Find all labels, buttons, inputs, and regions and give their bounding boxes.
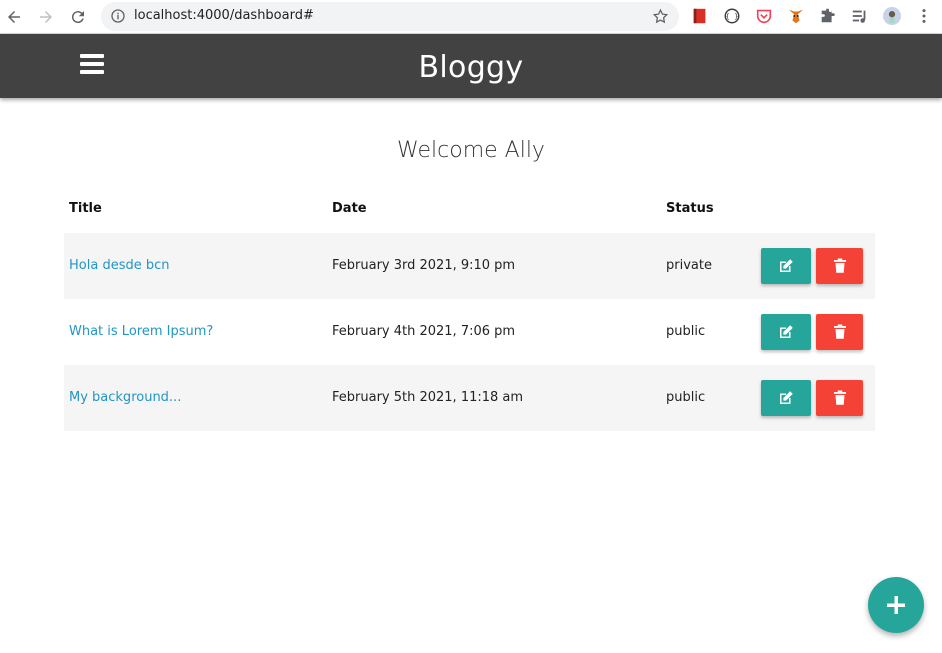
post-title-link[interactable]: Hola desde bcn bbox=[69, 258, 169, 273]
post-status: private bbox=[666, 258, 712, 273]
browser-toolbar: localhost:4000/dashboard# { } bbox=[0, 0, 942, 34]
edit-button[interactable] bbox=[761, 314, 811, 350]
edit-button[interactable] bbox=[761, 380, 811, 416]
delete-button[interactable] bbox=[816, 314, 863, 350]
trash-icon bbox=[833, 258, 846, 273]
edit-icon bbox=[780, 259, 793, 272]
post-date: February 5th 2021, 11:18 am bbox=[332, 390, 524, 405]
add-post-button[interactable] bbox=[868, 577, 924, 633]
post-status: public bbox=[666, 390, 706, 405]
extension-pocket-icon[interactable] bbox=[754, 6, 774, 26]
delete-button[interactable] bbox=[816, 248, 863, 284]
extension-fox-icon[interactable] bbox=[786, 6, 806, 26]
post-status: public bbox=[666, 324, 706, 339]
extension-book-icon[interactable] bbox=[690, 6, 710, 26]
edit-icon bbox=[780, 325, 793, 338]
table-row: Hola desde bcn February 3rd 2021, 9:10 p… bbox=[64, 233, 875, 299]
trash-icon bbox=[833, 324, 846, 339]
table-header: Title Date Status bbox=[64, 190, 875, 233]
profile-avatar[interactable] bbox=[882, 6, 902, 26]
forward-icon[interactable] bbox=[34, 5, 58, 29]
brand-logo[interactable]: Bloggy bbox=[0, 50, 942, 85]
edit-icon bbox=[780, 391, 793, 404]
trash-icon bbox=[833, 390, 846, 405]
bookmark-star-icon[interactable] bbox=[652, 8, 669, 25]
table-row: My background... February 5th 2021, 11:1… bbox=[64, 365, 875, 431]
svg-text:{ }: { } bbox=[726, 12, 739, 21]
extensions-icon[interactable] bbox=[818, 6, 838, 26]
extension-code-icon[interactable]: { } bbox=[722, 6, 742, 26]
url-text[interactable]: localhost:4000/dashboard# bbox=[134, 8, 314, 23]
posts-table: Title Date Status Hola desde bcn Februar… bbox=[64, 190, 875, 431]
info-icon[interactable] bbox=[110, 8, 126, 24]
plus-icon bbox=[887, 596, 905, 614]
address-bar[interactable]: localhost:4000/dashboard# bbox=[101, 2, 679, 31]
menu-kebab-icon[interactable] bbox=[914, 6, 934, 26]
post-title-link[interactable]: What is Lorem Ipsum? bbox=[69, 324, 213, 339]
column-header-status: Status bbox=[666, 201, 714, 216]
post-title-link[interactable]: My background... bbox=[69, 390, 181, 405]
back-icon[interactable] bbox=[2, 5, 26, 29]
post-date: February 4th 2021, 7:06 pm bbox=[332, 324, 516, 339]
table-row: What is Lorem Ipsum? February 4th 2021, … bbox=[64, 299, 875, 365]
column-header-date: Date bbox=[332, 201, 367, 216]
post-date: February 3rd 2021, 9:10 pm bbox=[332, 258, 516, 273]
delete-button[interactable] bbox=[816, 380, 863, 416]
reload-icon[interactable] bbox=[66, 5, 90, 29]
welcome-heading: Welcome Ally bbox=[397, 138, 545, 163]
reading-list-icon[interactable] bbox=[850, 6, 870, 26]
app-header: Bloggy bbox=[0, 34, 942, 98]
column-header-title: Title bbox=[69, 201, 102, 216]
edit-button[interactable] bbox=[761, 248, 811, 284]
